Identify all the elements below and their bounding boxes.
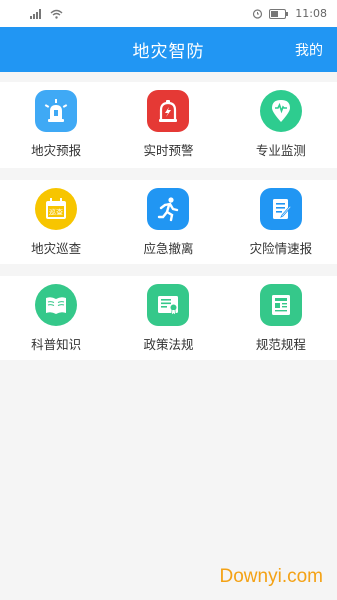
signal-icon	[30, 8, 41, 19]
tile-label: 政策法规	[143, 337, 194, 352]
wifi-icon	[50, 9, 63, 19]
tile-policies-regulations[interactable]: 政策法规	[112, 276, 224, 360]
location-pulse-icon	[259, 90, 302, 132]
battery-icon	[269, 8, 289, 19]
tile-label: 地灾预报	[31, 143, 82, 158]
tile-disaster-patrol[interactable]: 巡查 地灾巡查	[0, 180, 112, 264]
menu-section-2: 巡查 地灾巡查 应急撤离 灾险情速报	[0, 180, 337, 264]
tile-professional-monitoring[interactable]: 专业监测	[225, 82, 337, 168]
status-time: 11:08	[295, 7, 327, 20]
open-book-icon	[35, 284, 78, 326]
tile-label: 专业监测	[255, 143, 306, 158]
mine-button[interactable]: 我的	[295, 27, 323, 72]
report-edit-icon	[259, 188, 302, 230]
running-person-icon	[147, 188, 190, 230]
status-bar: 11:08	[0, 0, 337, 27]
alarm-bell-icon	[147, 90, 190, 132]
tile-emergency-evacuation[interactable]: 应急撤离	[112, 180, 224, 264]
siren-icon	[35, 90, 78, 132]
page-title: 地灾智防	[132, 42, 205, 62]
tile-label: 灾险情速报	[249, 241, 313, 256]
watermark: Downyi.com	[219, 566, 323, 587]
tile-realtime-warning[interactable]: 实时预警	[112, 82, 224, 168]
tile-standards-procedures[interactable]: 规范规程	[225, 276, 337, 360]
tile-label: 科普知识	[31, 337, 82, 352]
certificate-icon	[147, 284, 190, 326]
tile-label: 地灾巡查	[31, 241, 82, 256]
tile-science-knowledge[interactable]: 科普知识	[0, 276, 112, 360]
newspaper-icon	[259, 284, 302, 326]
tile-label: 规范规程	[255, 337, 306, 352]
patrol-calendar-icon: 巡查	[35, 188, 78, 230]
menu-section-1: 地灾预报 实时预警 专业监测	[0, 82, 337, 168]
tile-hazard-quick-report[interactable]: 灾险情速报	[225, 180, 337, 264]
tile-label: 实时预警	[143, 143, 194, 158]
menu-section-3: 科普知识 政策法规 规范规程	[0, 276, 337, 360]
svg-text:巡查: 巡查	[49, 208, 63, 217]
tile-disaster-forecast[interactable]: 地灾预报	[0, 82, 112, 168]
alarm-icon	[253, 9, 263, 19]
app-bar: 地灾智防 我的	[0, 27, 337, 72]
tile-label: 应急撤离	[143, 241, 194, 256]
